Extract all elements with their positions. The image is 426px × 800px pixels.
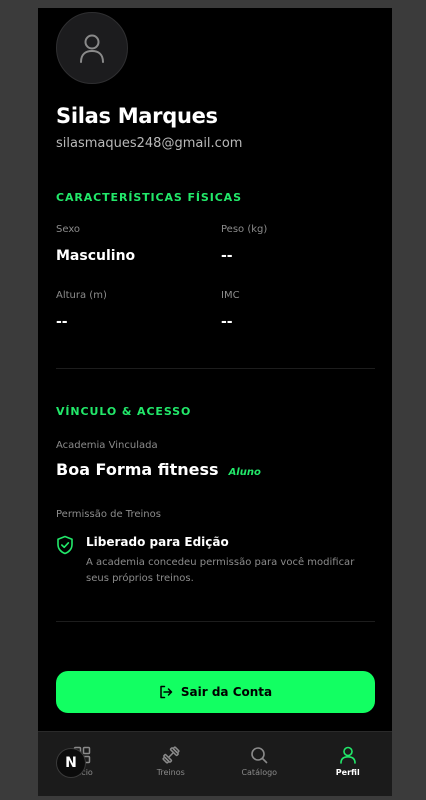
floating-n-button[interactable]: N bbox=[56, 748, 86, 778]
tab-treinos[interactable]: Treinos bbox=[127, 732, 216, 796]
divider bbox=[56, 368, 375, 369]
app-screen: Silas Marques silasmaques248@gmail.com C… bbox=[38, 8, 392, 796]
tab-perfil[interactable]: Perfil bbox=[304, 732, 393, 796]
weight-label: Peso (kg) bbox=[221, 224, 268, 235]
height-value: -- bbox=[56, 314, 68, 330]
profile-name: Silas Marques bbox=[56, 104, 218, 128]
divider bbox=[56, 621, 375, 622]
permission-title: Liberado para Edição bbox=[86, 535, 229, 549]
sex-label: Sexo bbox=[56, 224, 81, 235]
gym-label: Academia Vinculada bbox=[56, 440, 158, 451]
user-icon bbox=[339, 746, 356, 764]
weight-value: -- bbox=[221, 248, 233, 264]
permission-label: Permissão de Treinos bbox=[56, 509, 161, 520]
gym-role-badge: Aluno bbox=[228, 467, 261, 478]
dumbbell-icon bbox=[162, 746, 180, 764]
gym-name: Boa Forma fitness bbox=[56, 460, 219, 479]
sex-value: Masculino bbox=[56, 248, 136, 264]
height-label: Altura (m) bbox=[56, 290, 107, 301]
avatar bbox=[56, 12, 128, 84]
bmi-label: IMC bbox=[221, 290, 240, 301]
gym-row: Boa Forma fitness Aluno bbox=[56, 460, 261, 479]
tab-label: Perfil bbox=[335, 768, 360, 777]
tab-catalogo[interactable]: Catálogo bbox=[215, 732, 304, 796]
user-avatar-icon bbox=[80, 34, 104, 63]
tab-label: Catálogo bbox=[241, 768, 278, 777]
logout-icon bbox=[160, 685, 173, 699]
profile-email: silasmaques248@gmail.com bbox=[56, 136, 243, 151]
section-title-link: VÍNCULO & ACESSO bbox=[56, 405, 192, 418]
tab-label: Treinos bbox=[156, 768, 185, 777]
logout-button[interactable]: Sair da Conta bbox=[56, 671, 375, 713]
bottom-tab-bar: Início Treinos Catálogo bbox=[38, 731, 392, 796]
bmi-value: -- bbox=[221, 314, 233, 330]
permission-description: A academia concedeu permissão para você … bbox=[86, 557, 355, 584]
search-icon bbox=[251, 747, 268, 764]
logout-label: Sair da Conta bbox=[180, 685, 273, 699]
section-title-physical: CARACTERÍSTICAS FÍSICAS bbox=[56, 191, 242, 204]
shield-check-icon bbox=[57, 535, 73, 555]
